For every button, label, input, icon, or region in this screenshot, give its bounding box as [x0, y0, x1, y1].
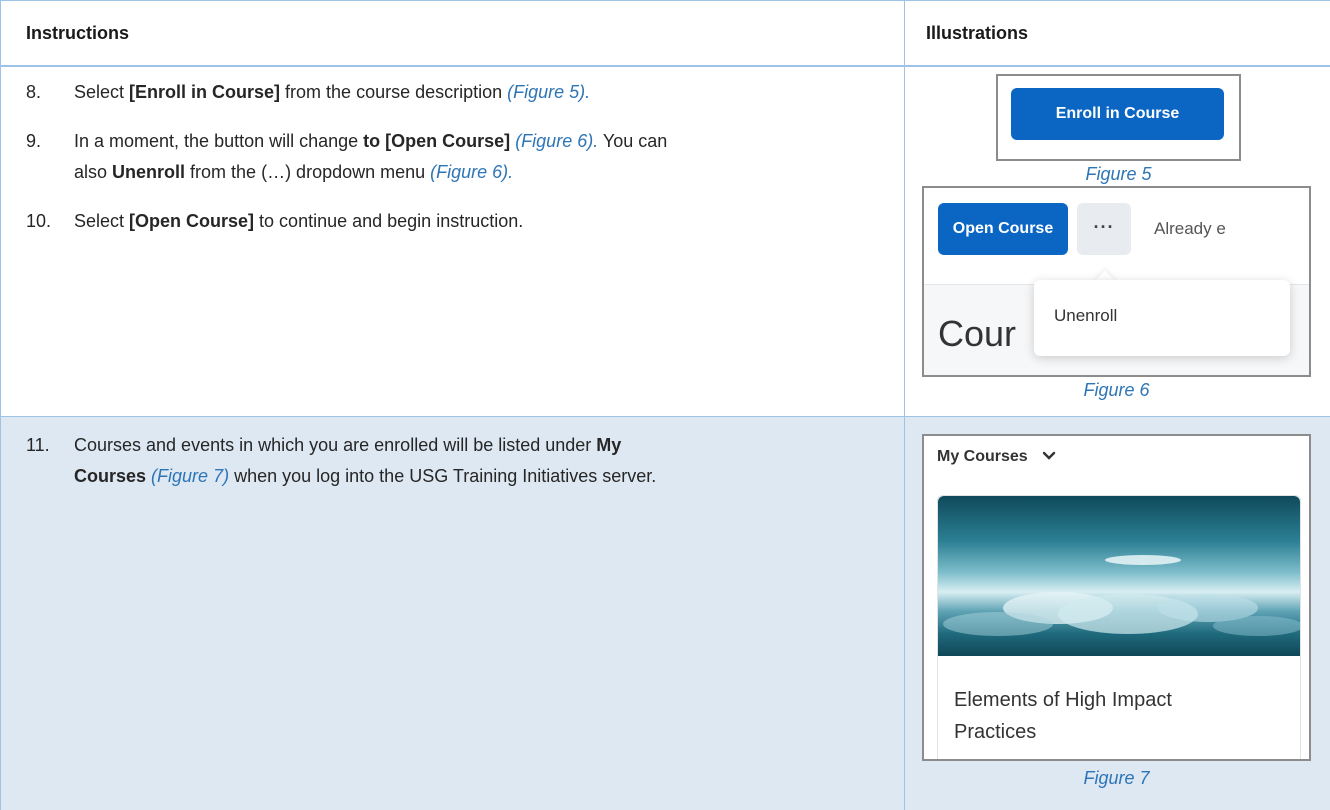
figure-7-image: My Courses Elements of High Impact Pract… [922, 434, 1311, 761]
figure-5-image: Enroll in Course [996, 74, 1241, 161]
illustrations-header: Illustrations [926, 23, 1029, 43]
my-courses-dropdown[interactable]: My Courses [937, 448, 1056, 466]
my-courses-header: My Courses [937, 448, 1028, 466]
figure-6-caption: Figure 6 [1083, 380, 1150, 400]
figure-5-reference: (Figure 5). [507, 82, 591, 102]
course-heading-partial: Cour [938, 313, 1017, 354]
course-card-image [938, 496, 1300, 656]
figure-6-image: Open Course ··· Already e Cour Unenroll [922, 186, 1311, 377]
table-row: 11. Courses and events in which you are … [1, 416, 1330, 810]
dropdown-menu: Unenroll [1034, 280, 1290, 356]
more-options-button[interactable]: ··· [1077, 203, 1131, 255]
figure-6-reference: (Figure 6). [515, 131, 599, 151]
figure-6-reference: (Figure 6). [430, 162, 514, 182]
open-course-button[interactable]: Open Course [938, 203, 1068, 255]
figure-7-reference: (Figure 7) [151, 466, 230, 486]
chevron-down-icon [1042, 448, 1056, 466]
course-card[interactable]: Elements of High Impact Practices [937, 495, 1301, 759]
instructions-table: Instructions Illustrations 8. Select [En… [0, 0, 1330, 810]
course-card-title: Elements of High Impact Practices [954, 689, 1172, 743]
table-row: 8. Select [Enroll in Course] from the co… [1, 67, 1330, 416]
instructions-header: Instructions [26, 23, 130, 43]
unenroll-menu-item[interactable]: Unenroll [1054, 306, 1117, 326]
column-divider [904, 0, 905, 810]
figure-5-caption: Figure 5 [1085, 164, 1152, 184]
enrollment-status-text: Already e [1154, 219, 1226, 238]
table-header-row: Instructions Illustrations [1, 0, 1330, 67]
enroll-in-course-button[interactable]: Enroll in Course [1011, 88, 1224, 140]
figure-7-caption: Figure 7 [1083, 768, 1150, 788]
